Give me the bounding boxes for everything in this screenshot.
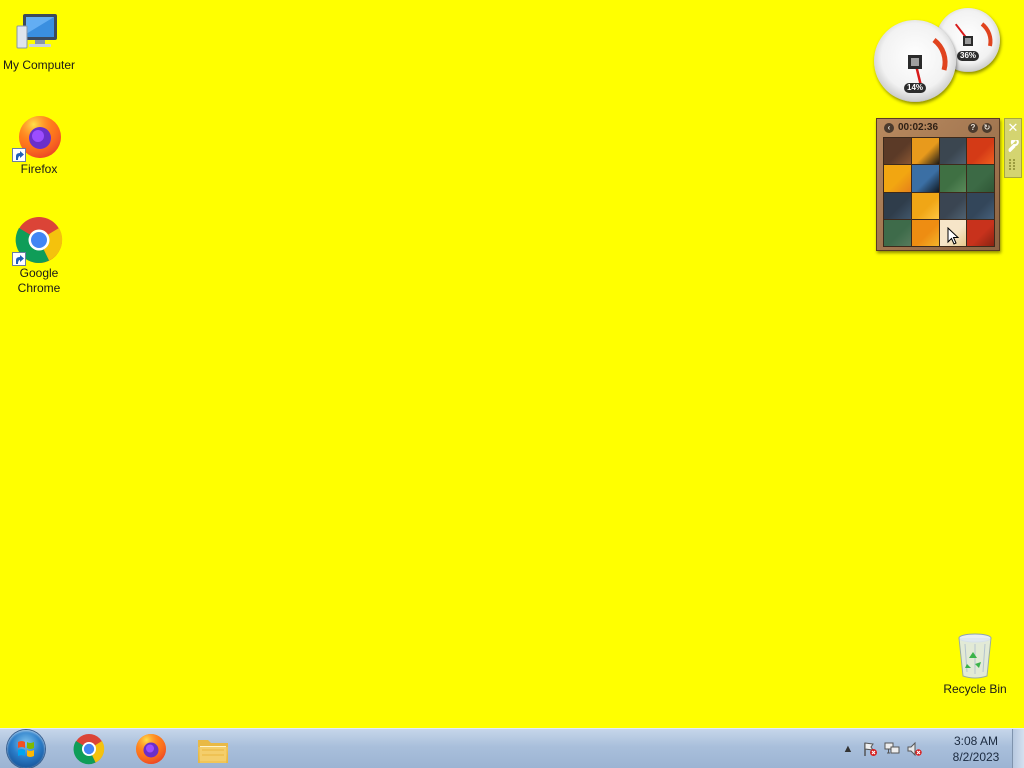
chrome-icon <box>12 216 63 266</box>
taskbar: ▲ 3:08 AM 8/2/2023 <box>0 728 1024 768</box>
computer-icon <box>15 8 63 56</box>
desktop-icon-google-chrome[interactable]: Google Chrome <box>0 216 78 296</box>
puzzle-tile[interactable] <box>884 219 911 246</box>
puzzle-tile[interactable] <box>939 138 967 165</box>
wrench-icon[interactable] <box>1005 137 1021 155</box>
desktop-icon-my-computer[interactable]: My Computer <box>0 8 78 73</box>
shortcut-arrow-icon <box>12 148 26 162</box>
mouse-cursor-icon <box>947 227 960 245</box>
puzzle-tile[interactable] <box>884 138 911 165</box>
desktop[interactable]: My Computer Firefox Google Chrome Recycl… <box>0 0 1024 728</box>
puzzle-tile[interactable] <box>967 138 994 165</box>
desktop-icon-label: Google Chrome <box>17 266 61 295</box>
folder-icon <box>198 740 228 763</box>
back-arrow-icon[interactable]: ‹ <box>884 123 894 133</box>
shortcut-arrow-icon <box>12 252 26 266</box>
taskbar-button-explorer[interactable] <box>186 731 240 767</box>
puzzle-tile[interactable] <box>911 219 939 246</box>
clock-time: 3:08 AM <box>953 734 999 748</box>
gadget-toolbar: ✕ <box>1004 118 1022 178</box>
desktop-icon-recycle-bin[interactable]: Recycle Bin <box>936 632 1014 697</box>
show-desktop-button[interactable] <box>1012 729 1024 768</box>
desktop-icon-label: My Computer <box>2 58 76 72</box>
puzzle-tile[interactable] <box>911 138 939 165</box>
desktop-icon-label: Recycle Bin <box>943 682 1007 696</box>
puzzle-tile[interactable] <box>884 192 911 219</box>
close-icon[interactable]: ✕ <box>1005 119 1021 137</box>
puzzle-title-bar: ‹ 00:02:36 ? ↻ <box>881 121 995 135</box>
puzzle-tile[interactable] <box>967 165 994 192</box>
puzzle-tile[interactable] <box>967 219 994 246</box>
firefox-icon <box>136 734 166 764</box>
desktop-icon-label: Firefox <box>20 162 58 176</box>
volume-muted-icon[interactable] <box>906 741 922 757</box>
chevron-up-icon[interactable]: ▲ <box>840 741 856 757</box>
system-tray: ▲ 3:08 AM 8/2/2023 <box>834 729 1024 768</box>
puzzle-timer: 00:02:36 <box>898 122 939 133</box>
recycle-bin-icon <box>951 632 999 680</box>
memory-readout: 36% <box>956 51 980 61</box>
puzzle-tile[interactable] <box>967 192 994 219</box>
taskbar-button-chrome[interactable] <box>62 731 116 767</box>
puzzle-tile[interactable] <box>884 165 911 192</box>
slide-puzzle-gadget[interactable]: ‹ 00:02:36 ? ↻ <box>876 118 1000 251</box>
clock-date: 8/2/2023 <box>952 750 1000 764</box>
drag-handle-icon[interactable] <box>1005 155 1021 173</box>
puzzle-board <box>883 137 995 247</box>
firefox-icon <box>12 112 63 162</box>
taskbar-button-firefox[interactable] <box>124 731 178 767</box>
desktop-icon-firefox[interactable]: Firefox <box>0 112 78 177</box>
cpu-gauge[interactable]: 14% <box>874 20 956 102</box>
chrome-icon <box>73 734 105 765</box>
puzzle-tile[interactable] <box>911 165 939 192</box>
cpu-chip-icon <box>908 55 922 69</box>
network-icon[interactable] <box>884 741 900 757</box>
help-icon[interactable]: ? <box>968 123 978 133</box>
scramble-icon[interactable]: ↻ <box>982 123 992 133</box>
cpu-readout: 14% <box>903 83 927 93</box>
flag-alert-icon[interactable] <box>862 741 878 757</box>
puzzle-tile[interactable] <box>939 192 967 219</box>
memory-chip-icon <box>963 36 973 46</box>
taskbar-clock[interactable]: 3:08 AM 8/2/2023 <box>946 733 1006 765</box>
puzzle-tile[interactable] <box>911 192 939 219</box>
puzzle-tile[interactable] <box>939 165 967 192</box>
windows-start-icon[interactable] <box>7 730 45 768</box>
